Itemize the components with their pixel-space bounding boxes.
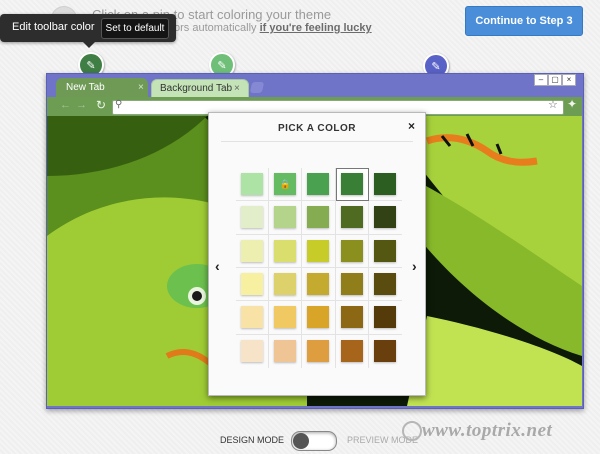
color-swatch[interactable] — [374, 239, 397, 262]
close-window-icon[interactable]: × — [562, 74, 576, 86]
color-swatch-cell[interactable] — [302, 201, 336, 235]
color-swatch[interactable] — [340, 340, 363, 363]
color-swatch-cell[interactable] — [269, 334, 303, 368]
color-swatch-cell[interactable]: 🔒 — [269, 168, 303, 202]
color-swatch-cell[interactable] — [302, 301, 336, 335]
color-swatch-cell[interactable] — [236, 334, 270, 368]
color-picker-dialog: PICK A COLOR × ‹ › 🔒 — [208, 112, 426, 396]
color-swatch-cell[interactable] — [236, 201, 270, 235]
color-swatch[interactable] — [241, 340, 264, 363]
feeling-lucky-link[interactable]: if you're feeling lucky — [260, 22, 372, 34]
mode-toggle[interactable] — [291, 431, 337, 451]
color-swatch[interactable] — [274, 340, 297, 363]
color-swatch-cell[interactable] — [368, 201, 402, 235]
color-swatch[interactable] — [374, 340, 397, 363]
color-swatch[interactable] — [241, 206, 264, 229]
next-palette-icon[interactable]: › — [412, 258, 417, 274]
color-swatch-cell[interactable] — [368, 168, 402, 202]
color-swatch-cell[interactable] — [368, 301, 402, 335]
watermark-text: www.toptrix.net — [422, 420, 553, 441]
continue-to-step-3-button[interactable]: Continue to Step 3 — [465, 6, 583, 36]
search-icon: ⚲ — [115, 99, 123, 110]
minimize-icon[interactable]: – — [534, 74, 548, 86]
color-swatch[interactable] — [307, 306, 330, 329]
tab-label: Background Tab — [160, 83, 233, 94]
tooltip-label: Edit toolbar color — [12, 21, 95, 33]
color-swatch[interactable] — [374, 173, 397, 196]
color-swatch-cell[interactable] — [302, 234, 336, 268]
color-swatch-cell[interactable] — [302, 267, 336, 302]
wrench-icon[interactable]: ✦ — [567, 97, 577, 111]
design-mode-label[interactable]: DESIGN MODE — [220, 435, 284, 445]
color-swatch[interactable] — [241, 239, 264, 262]
color-swatch-cell[interactable] — [269, 267, 303, 302]
color-swatch[interactable] — [241, 306, 264, 329]
color-swatch-cell[interactable] — [368, 235, 402, 268]
color-swatch[interactable] — [307, 273, 330, 296]
color-swatch-cell[interactable] — [269, 301, 303, 335]
instruction-subtext-prefix: ors automatically — [174, 22, 260, 34]
color-swatch[interactable] — [274, 206, 297, 229]
color-swatch[interactable] — [307, 206, 330, 229]
tab-label: New Tab — [66, 82, 105, 93]
color-swatch-cell[interactable] — [335, 234, 369, 268]
color-swatch-cell[interactable] — [302, 168, 336, 202]
color-swatch[interactable] — [374, 306, 397, 329]
lock-icon: 🔒 — [279, 178, 291, 189]
watermark-logo-icon — [402, 421, 422, 441]
color-swatch-cell[interactable] — [236, 234, 270, 268]
maximize-icon[interactable]: ▢ — [548, 74, 562, 86]
color-swatch-cell[interactable] — [236, 267, 270, 302]
color-swatch[interactable] — [374, 273, 397, 296]
bookmark-star-icon[interactable]: ☆ — [548, 98, 558, 111]
color-swatch-cell[interactable] — [335, 267, 369, 302]
color-swatch-cell[interactable] — [369, 335, 402, 368]
color-swatch-cell[interactable] — [335, 301, 369, 335]
toggle-knob[interactable] — [293, 433, 309, 449]
color-swatch[interactable] — [340, 273, 363, 296]
color-swatch[interactable] — [340, 306, 363, 329]
color-swatch[interactable] — [340, 173, 363, 196]
color-swatch[interactable] — [241, 273, 264, 296]
color-swatch[interactable] — [307, 173, 330, 196]
color-swatch-cell[interactable] — [236, 168, 270, 202]
picker-title: PICK A COLOR — [277, 123, 357, 134]
color-swatch[interactable] — [307, 340, 330, 363]
color-swatch[interactable] — [340, 206, 363, 229]
color-swatch-cell[interactable] — [336, 334, 369, 368]
color-swatch-cell[interactable] — [236, 301, 270, 335]
color-swatch[interactable] — [374, 206, 397, 229]
color-swatch-cell[interactable] — [368, 268, 402, 302]
forward-arrow-icon[interactable]: → — [76, 99, 87, 111]
instruction-subtext: ors automatically if you're feeling luck… — [174, 22, 372, 34]
previous-palette-icon[interactable]: ‹ — [215, 258, 220, 274]
color-swatch-cell[interactable] — [269, 201, 303, 235]
reload-icon[interactable]: ↻ — [96, 98, 106, 112]
color-swatch[interactable] — [241, 173, 264, 196]
color-swatch-cell[interactable] — [335, 201, 369, 235]
color-swatch-grid: 🔒 — [236, 168, 402, 368]
set-to-default-button[interactable]: Set to default — [101, 18, 169, 39]
color-swatch[interactable] — [274, 273, 297, 296]
edit-toolbar-tooltip: Edit toolbar color Set to default — [0, 14, 176, 48]
color-swatch-cell[interactable] — [269, 234, 303, 268]
color-swatch[interactable] — [274, 306, 297, 329]
color-swatch[interactable] — [307, 239, 330, 262]
color-swatch[interactable]: 🔒 — [274, 173, 297, 196]
color-swatch-cell[interactable] — [335, 168, 369, 202]
close-icon[interactable]: × — [408, 119, 415, 133]
color-swatch[interactable] — [274, 239, 297, 262]
back-arrow-icon[interactable]: ← — [60, 99, 71, 111]
divider — [221, 141, 413, 142]
color-swatch[interactable] — [340, 239, 363, 262]
color-swatch-cell[interactable] — [302, 334, 336, 368]
tab-new-tab[interactable]: New Tab × — [56, 78, 148, 98]
tab-close-icon[interactable]: × — [138, 82, 144, 93]
tab-close-icon[interactable]: × — [234, 83, 240, 94]
